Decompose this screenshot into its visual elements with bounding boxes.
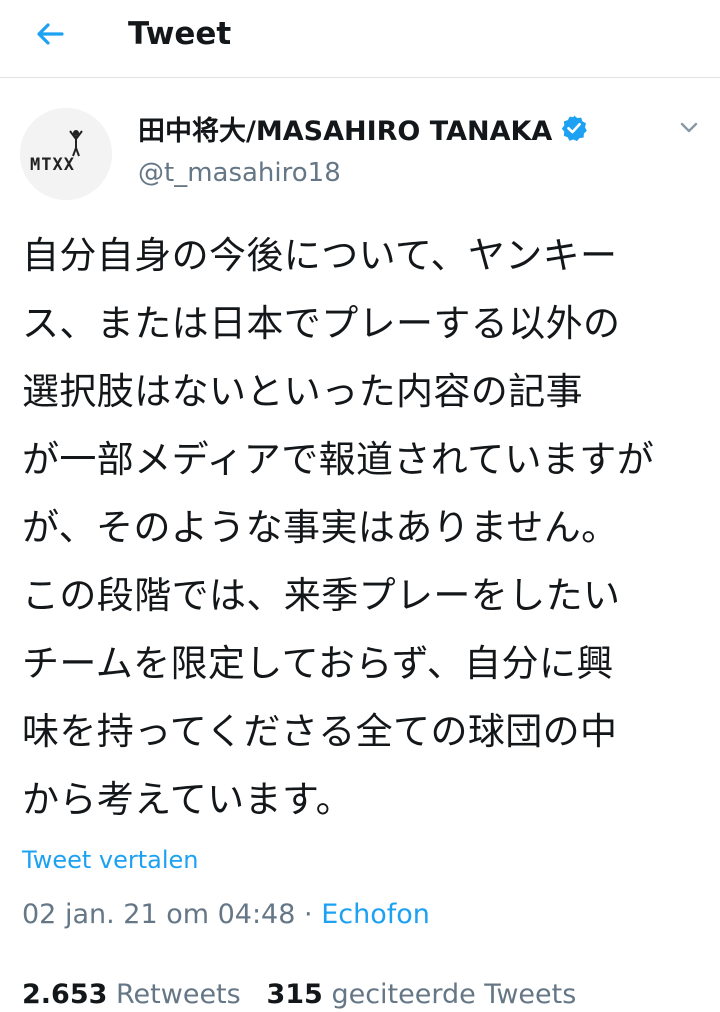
- retweets-count[interactable]: 2.653: [22, 979, 107, 1010]
- page-title: Tweet: [128, 16, 232, 52]
- translate-tweet-link[interactable]: Tweet vertalen: [22, 843, 198, 877]
- source-link[interactable]: Echofon: [321, 899, 430, 930]
- top-bar: Tweet: [0, 0, 720, 78]
- quotes-label[interactable]: geciteerde Tweets: [331, 979, 576, 1010]
- tweet-line: 味を持ってくださる全ての球団の中: [22, 710, 618, 753]
- arrow-left-icon: [37, 23, 64, 45]
- tweet-meta: 02 jan. 21 om 04:48 · Echofon: [22, 895, 430, 935]
- tweet-line: 自分自身の今後について、ヤンキー: [22, 234, 618, 277]
- tweet-line: が一部メディアで報道されていますが: [22, 438, 655, 481]
- more-options-button[interactable]: [674, 112, 704, 142]
- tweet-stats: 2.653 Retweets 315 geciteerde Tweets: [22, 978, 576, 1012]
- meta-separator: ·: [304, 899, 313, 930]
- chevron-down-icon: [680, 122, 698, 133]
- verified-badge-icon: [560, 114, 588, 142]
- display-name[interactable]: 田中将大/MASAHIRO TANAKA: [138, 109, 552, 148]
- tweet-line: この段階では、来季プレーをしたい: [22, 574, 621, 617]
- mtxx-logo: MTXX: [20, 108, 112, 200]
- tweet-line: ス、または日本でプレーする以外の: [22, 302, 621, 345]
- author-row[interactable]: 田中将大/MASAHIRO TANAKA: [138, 109, 588, 148]
- author-handle[interactable]: @t_masahiro18: [138, 156, 341, 190]
- tweet-line: から考えています。: [22, 778, 354, 821]
- back-button[interactable]: [28, 14, 72, 54]
- quotes-count[interactable]: 315: [266, 979, 322, 1010]
- timestamp: 02 jan. 21 om 04:48: [22, 899, 296, 930]
- svg-text:MTXX: MTXX: [30, 155, 75, 175]
- avatar[interactable]: MTXX: [20, 108, 112, 200]
- tweet-line: チームを限定しておらず、自分に興: [22, 642, 614, 685]
- tweet-line: が、そのような事実はありません。: [22, 506, 619, 549]
- retweets-label[interactable]: Retweets: [116, 979, 241, 1010]
- tweet-line: 選択肢はないといった内容の記事: [22, 370, 583, 413]
- tweet-text: 自分自身の今後について、ヤンキー ス、または日本でプレーする以外の 選択肢はない…: [22, 222, 702, 834]
